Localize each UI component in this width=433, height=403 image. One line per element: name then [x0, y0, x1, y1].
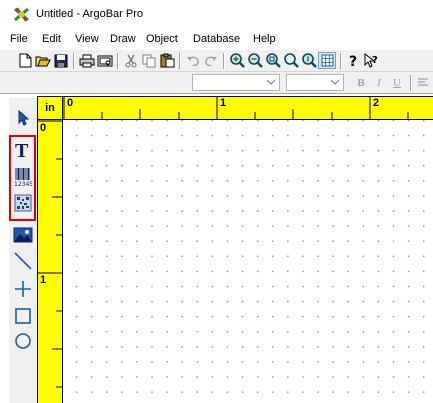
ruler-label: 1 — [40, 274, 47, 286]
rectangle-tool[interactable] — [10, 303, 36, 329]
help-icon[interactable]: ? — [345, 52, 363, 69]
menu-bar: File Edit View Draw Object Database Help — [0, 30, 433, 49]
ruler-label: 0 — [67, 97, 74, 109]
chevron-down-icon[interactable] — [264, 75, 278, 90]
ruler-label: 0 — [40, 122, 47, 134]
toolbar-separator — [117, 53, 119, 69]
crosshair-tool[interactable] — [10, 276, 36, 302]
svg-text:?: ? — [372, 55, 378, 66]
zoom-out-icon[interactable] — [246, 52, 264, 69]
save-icon[interactable] — [52, 52, 70, 69]
zoom-page-icon[interactable] — [282, 52, 300, 69]
format-toolbar: B I U — [0, 72, 433, 94]
toolbar-separator — [223, 53, 225, 69]
new-icon[interactable] — [16, 52, 34, 69]
toolbar-separator — [340, 53, 342, 69]
app-icon — [14, 7, 29, 22]
ruler-unit: in — [37, 96, 63, 120]
vertical-ruler-ticks — [38, 120, 62, 388]
window-title: Untitled - ArgoBar Pro — [36, 8, 143, 20]
pointer-tool[interactable] — [10, 105, 36, 131]
context-help-icon[interactable]: ? — [363, 52, 381, 69]
zoom-fit-icon[interactable] — [264, 52, 282, 69]
undo-icon[interactable] — [184, 52, 202, 69]
print-icon[interactable] — [78, 52, 96, 69]
font-size-combo[interactable] — [286, 74, 344, 91]
ellipse-tool[interactable] — [10, 328, 36, 354]
vertical-ruler: 0 1 — [37, 120, 63, 403]
toolbar-separator — [179, 53, 181, 69]
zoom-in-icon[interactable] — [228, 52, 246, 69]
ruler-label: 2 — [373, 97, 380, 109]
zoom-actual-icon[interactable] — [300, 52, 318, 69]
toolbar-separator — [73, 53, 75, 69]
open-icon[interactable] — [34, 52, 52, 69]
standard-toolbar: ? ? — [0, 49, 433, 72]
redo-icon[interactable] — [202, 52, 220, 69]
svg-text:?: ? — [349, 54, 357, 68]
paste-icon[interactable] — [158, 52, 176, 69]
menu-edit[interactable]: Edit — [42, 33, 61, 45]
selection-highlight — [9, 135, 36, 221]
horizontal-ruler: 0 1 2 — [63, 96, 433, 120]
menu-object[interactable]: Object — [146, 33, 178, 45]
underline-button[interactable]: U — [390, 75, 404, 90]
menu-file[interactable]: File — [10, 33, 28, 45]
font-name-combo[interactable] — [192, 74, 280, 91]
copy-icon[interactable] — [140, 52, 158, 69]
title-bar: Untitled - ArgoBar Pro — [0, 0, 433, 30]
italic-button[interactable]: I — [372, 75, 386, 90]
grid-icon[interactable] — [318, 52, 336, 69]
cut-icon[interactable] — [122, 52, 140, 69]
ruler-label: 1 — [220, 97, 227, 109]
print-preview-icon[interactable] — [96, 52, 114, 69]
menu-view[interactable]: View — [75, 33, 99, 45]
image-tool[interactable] — [10, 222, 36, 248]
menu-draw[interactable]: Draw — [110, 33, 136, 45]
menu-database[interactable]: Database — [193, 33, 240, 45]
bold-button[interactable]: B — [354, 75, 368, 90]
menu-help[interactable]: Help — [253, 33, 276, 45]
align-icon[interactable] — [416, 75, 430, 90]
design-canvas[interactable] — [63, 120, 433, 403]
line-tool[interactable] — [10, 248, 36, 274]
toolbar-separator — [410, 75, 412, 91]
chevron-down-icon[interactable] — [328, 75, 342, 90]
